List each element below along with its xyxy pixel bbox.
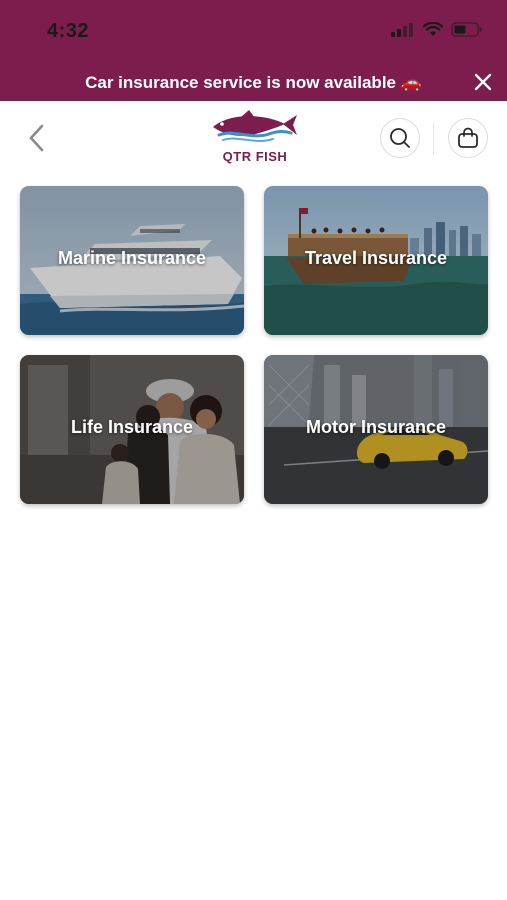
status-time: 4:32 [47,20,90,42]
app-screen: 4:32 Car insurance service is now availa… [0,0,507,900]
cellular-signal-icon [391,22,413,37]
battery-icon [451,22,482,37]
close-icon[interactable] [471,70,495,94]
wifi-icon [423,22,443,36]
life-insurance-card[interactable]: Life Insurance [20,355,244,504]
banner-text: Car insurance service is now available 🚗 [85,73,422,92]
status-icons [391,22,483,37]
logo-text: QTR FISH [223,149,288,164]
search-icon [390,128,410,148]
marine-insurance-card[interactable]: Marine Insurance [20,186,244,335]
brand-logo: QTR FISH [213,110,297,164]
fish-logo-icon [213,110,297,142]
app-header: QTR FISH [0,101,507,173]
card-label: Life Insurance [70,417,194,437]
back-arrow-icon[interactable] [22,121,52,155]
travel-insurance-card[interactable]: Travel Insurance [264,186,488,335]
search-button[interactable] [380,118,420,158]
motor-insurance-card[interactable]: Motor Insurance [264,355,488,504]
cart-button[interactable] [448,118,488,158]
status-bar: 4:32 [0,0,507,62]
card-label: Travel Insurance [304,248,448,268]
card-label: Marine Insurance [57,248,207,268]
header-divider [433,123,434,155]
shopping-bag-icon [458,127,478,148]
announcement-banner: Car insurance service is now available 🚗 [0,62,507,101]
card-label: Motor Insurance [305,417,447,437]
